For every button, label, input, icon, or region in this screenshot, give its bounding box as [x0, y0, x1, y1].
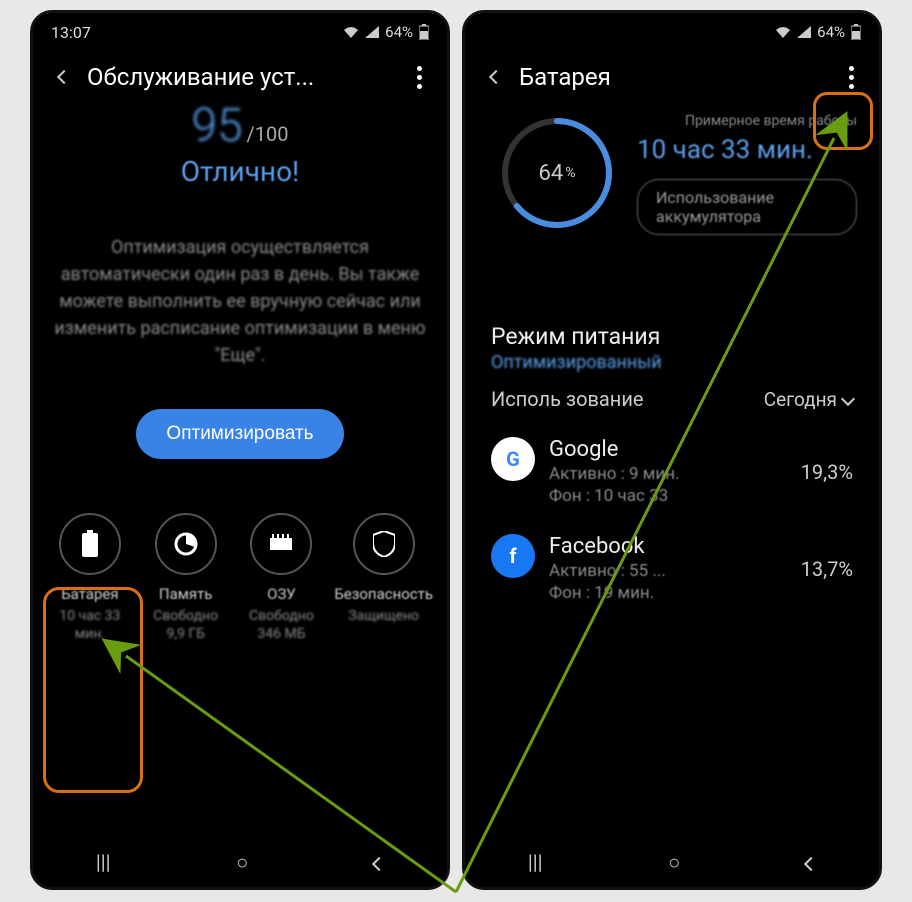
- battery-pct: 64%: [817, 23, 845, 41]
- usage-row[interactable]: Исполь зование Сегодня: [491, 373, 853, 425]
- list: Режим питания Оптимизированный Исполь зо…: [477, 323, 867, 619]
- status-text: Отлично!: [45, 155, 435, 188]
- page-title: Батарея: [519, 63, 829, 91]
- score-of: /100: [247, 122, 289, 146]
- signal-icon: [797, 26, 811, 38]
- nav-home[interactable]: ○: [668, 850, 680, 875]
- nav-recent[interactable]: |||: [96, 850, 111, 874]
- time-remaining: 10 час 33 мин.: [637, 135, 857, 165]
- storage-icon: [173, 531, 199, 557]
- shield-icon: [373, 531, 395, 557]
- battery-icon: [80, 530, 100, 558]
- topbar: Обслуживание уст...: [33, 51, 447, 103]
- usage-history-button[interactable]: Использование аккумулятора: [637, 179, 857, 235]
- content: 64% Примерное время работы 10 час 33 мин…: [465, 103, 879, 837]
- nav-back[interactable]: [374, 850, 384, 874]
- score: 95/100 Отлично!: [45, 99, 435, 188]
- score-value: 95: [191, 99, 242, 153]
- nav-recent[interactable]: |||: [528, 850, 543, 874]
- topbar: Батарея: [465, 51, 879, 103]
- usage-value: Сегодня: [764, 388, 837, 411]
- app-row-facebook[interactable]: f Facebook Активно : 55 ... Фон : 19 мин…: [491, 522, 853, 619]
- phone-left: 13:07 64% Обслуживание уст... 95/100 Отл…: [30, 10, 450, 890]
- tile-ram[interactable]: ОЗУ Свободно 346 МБ: [239, 513, 325, 643]
- battery-summary: 64% Примерное время работы 10 час 33 мин…: [477, 103, 867, 235]
- navbar: ||| ○: [33, 837, 447, 887]
- battery-ring: 64%: [497, 113, 617, 233]
- facebook-icon: f: [491, 534, 535, 578]
- app-row-google[interactable]: G Google Активно : 9 мин. Фон : 10 час 3…: [491, 425, 853, 522]
- usage-label: Исполь зование: [491, 387, 764, 411]
- signal-icon: [365, 26, 379, 38]
- status-icons: 64%: [775, 23, 861, 41]
- wifi-icon: [775, 26, 791, 38]
- ring-pct: 64: [539, 161, 564, 186]
- tile-storage[interactable]: Память Свободно 9,9 ГБ: [143, 513, 229, 643]
- power-mode-value[interactable]: Оптимизированный: [491, 352, 853, 373]
- tiles: Батарея 10 час 33 мин. Память Свободно 9…: [45, 513, 435, 643]
- ram-icon: [267, 534, 295, 554]
- content: 95/100 Отлично! Оптимизация осуществляет…: [33, 103, 447, 837]
- clock: 13:07: [51, 23, 91, 42]
- tile-battery[interactable]: Батарея 10 час 33 мин.: [47, 513, 133, 643]
- more-button[interactable]: [397, 55, 441, 99]
- optimize-button[interactable]: Оптимизировать: [136, 409, 343, 459]
- optimization-desc: Оптимизация осуществляется автоматически…: [45, 234, 435, 369]
- statusbar: 13:07 64%: [33, 13, 447, 51]
- back-button[interactable]: [479, 60, 513, 94]
- chevron-down-icon: [841, 392, 855, 406]
- phone-right: 64% Батарея 64% Примерное время работы 1…: [462, 10, 882, 890]
- nav-back[interactable]: [806, 850, 816, 874]
- navbar: ||| ○: [465, 837, 879, 887]
- battery-icon: [851, 24, 861, 40]
- battery-icon: [419, 24, 429, 40]
- page-title: Обслуживание уст...: [87, 63, 397, 91]
- statusbar: 64%: [465, 13, 879, 51]
- status-icons: 64%: [343, 23, 429, 41]
- approx-label: Примерное время работы: [637, 113, 857, 129]
- google-icon: G: [491, 437, 535, 481]
- section-power-mode: Режим питания: [491, 323, 853, 350]
- nav-home[interactable]: ○: [236, 850, 248, 875]
- app-pct: 13,7%: [801, 557, 853, 581]
- back-button[interactable]: [47, 60, 81, 94]
- wifi-icon: [343, 26, 359, 38]
- more-button[interactable]: [829, 55, 873, 99]
- tile-security[interactable]: Безопасность Защищено: [334, 513, 433, 643]
- app-pct: 19,3%: [801, 460, 853, 484]
- battery-pct: 64%: [385, 23, 413, 41]
